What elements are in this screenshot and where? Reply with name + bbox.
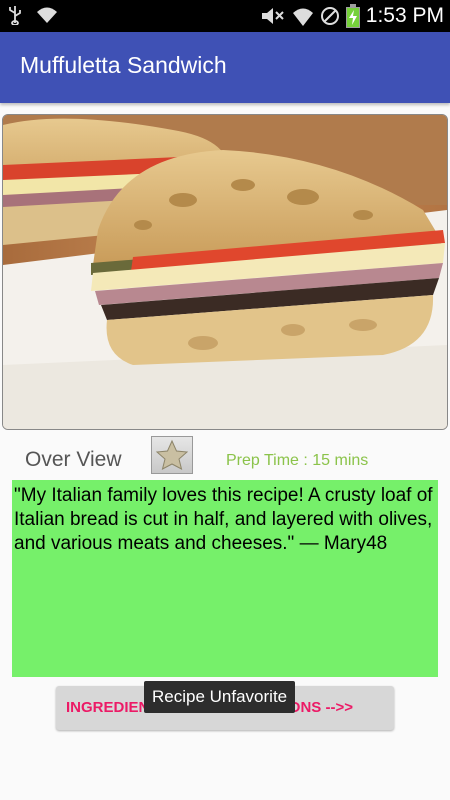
status-time: 1:53 PM [365, 4, 444, 27]
wifi-icon [37, 7, 57, 23]
favorite-button[interactable] [151, 436, 193, 474]
toast-text: Recipe Unfavorite [152, 687, 288, 706]
review-text: "My Italian family loves this recipe! A … [14, 485, 433, 554]
usb-icon [9, 6, 21, 25]
page-title: Muffuletta Sandwich [20, 52, 227, 78]
mute-icon [261, 8, 284, 24]
signal-icon [292, 8, 313, 26]
battery-charging-icon [345, 4, 360, 28]
sandwich-photo [3, 115, 447, 429]
status-bar: 1:53 PM [0, 0, 450, 32]
toast: Recipe Unfavorite [144, 681, 296, 713]
overview-label: Over View [25, 448, 122, 471]
status-left-icons [8, 5, 58, 25]
app-bar: Muffuletta Sandwich [0, 32, 450, 103]
no-sim-icon [320, 7, 339, 25]
status-right-icons: 1:53 PM [260, 4, 444, 28]
prep-time: Prep Time : 15 mins [226, 452, 369, 469]
recipe-image [2, 114, 448, 430]
star-icon [155, 439, 189, 470]
review-box: "My Italian family loves this recipe! A … [12, 480, 438, 677]
